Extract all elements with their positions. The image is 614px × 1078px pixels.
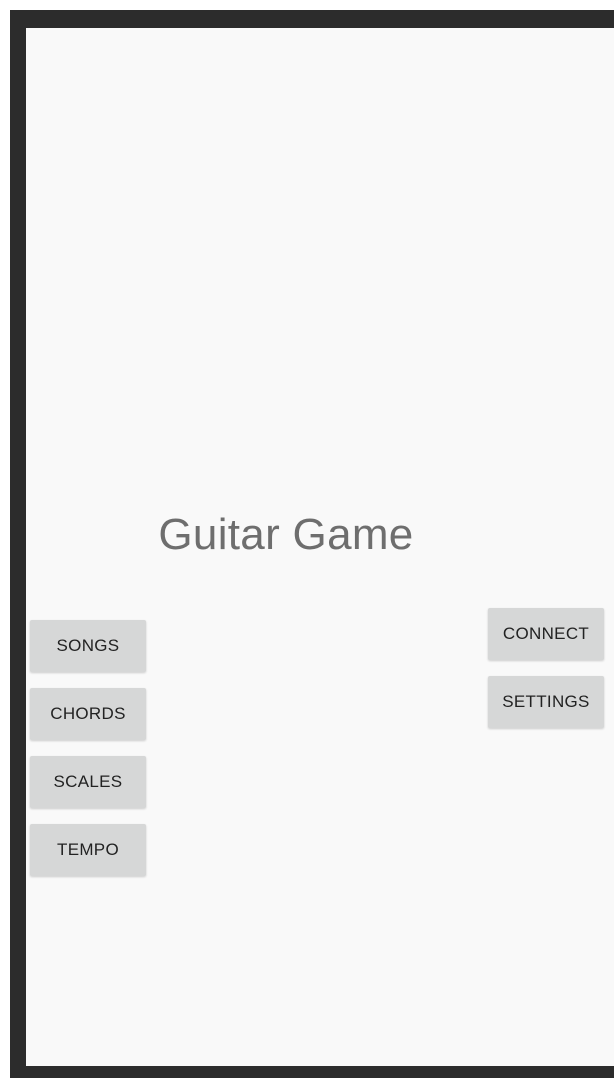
settings-button[interactable]: SETTINGS bbox=[488, 676, 604, 728]
chords-button[interactable]: CHORDS bbox=[30, 688, 146, 740]
connect-button[interactable]: CONNECT bbox=[488, 608, 604, 660]
app-title: Guitar Game bbox=[158, 510, 414, 559]
scales-button[interactable]: SCALES bbox=[30, 756, 146, 808]
songs-button[interactable]: SONGS bbox=[30, 620, 146, 672]
app-screen: Guitar Game SONGS CHORDS SCALES TEMPO CO… bbox=[26, 28, 614, 1066]
tempo-button[interactable]: TEMPO bbox=[30, 824, 146, 876]
